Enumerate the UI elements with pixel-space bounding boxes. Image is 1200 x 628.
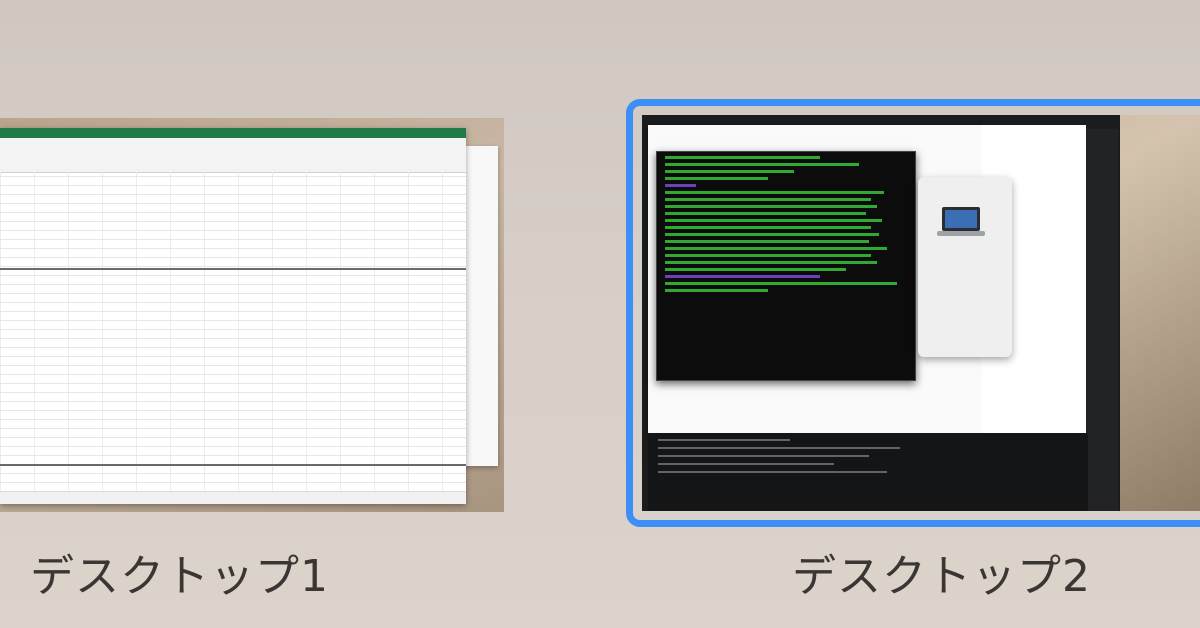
spreadsheet-grid bbox=[0, 172, 466, 492]
about-this-mac-window bbox=[918, 177, 1012, 357]
terminal-window bbox=[656, 151, 916, 381]
spreadsheet-ribbon bbox=[0, 138, 466, 173]
editor-sidebar bbox=[1086, 129, 1118, 511]
spreadsheet-titlebar bbox=[0, 128, 466, 138]
bottom-terminal-panel bbox=[648, 433, 1088, 511]
spreadsheet-window bbox=[0, 128, 466, 504]
laptop-icon bbox=[937, 207, 985, 236]
desktop-1-thumbnail[interactable] bbox=[0, 118, 504, 512]
grid-border-line bbox=[0, 464, 466, 466]
desktop-2-label[interactable]: デスクトップ2 bbox=[792, 540, 1091, 604]
desktop-2-thumbnail[interactable] bbox=[642, 115, 1200, 511]
background-window bbox=[462, 146, 498, 466]
spreadsheet-statusbar bbox=[0, 491, 466, 504]
grid-border-line bbox=[0, 268, 466, 270]
desktop-1-label[interactable]: デスクトップ1 bbox=[30, 540, 329, 604]
